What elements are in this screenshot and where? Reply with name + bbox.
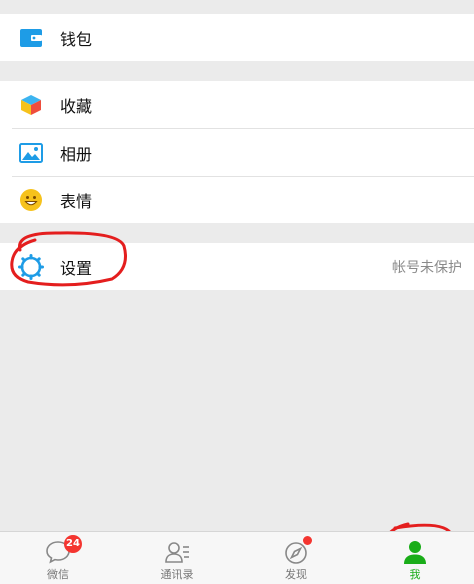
tab-contacts[interactable]: 通讯录 (137, 532, 217, 584)
menu-item-wallet[interactable]: 钱包 (0, 14, 474, 61)
menu-item-settings[interactable]: 设置 帐号未保护 (0, 243, 474, 290)
settings-group: 设置 帐号未保护 (0, 243, 474, 290)
wallet-group: 钱包 (0, 14, 474, 61)
menu-item-label: 表情 (60, 191, 93, 211)
photo-icon (18, 140, 44, 166)
cube-icon (18, 92, 44, 118)
notification-dot (303, 536, 312, 545)
tab-me[interactable]: 我 (375, 532, 455, 584)
tab-label: 通讯录 (160, 568, 194, 581)
menu-item-album[interactable]: 相册 (0, 129, 474, 176)
account-status-text: 帐号未保护 (392, 259, 462, 276)
person-icon (401, 538, 429, 566)
menu-item-label: 钱包 (60, 29, 93, 49)
contacts-icon (163, 538, 191, 566)
menu-item-stickers[interactable]: 表情 (0, 176, 474, 223)
gear-icon (18, 253, 44, 280)
smiley-icon (18, 187, 44, 213)
tab-label: 微信 (47, 568, 69, 581)
collection-group: 收藏 相册 表情 (0, 81, 474, 223)
tab-label: 我 (409, 568, 421, 581)
wallet-icon (18, 25, 44, 51)
tab-chats[interactable]: 24 微信 (18, 532, 98, 584)
unread-badge: 24 (64, 535, 82, 553)
tab-label: 发现 (285, 568, 307, 581)
tab-discover[interactable]: 发现 (256, 532, 336, 584)
menu-item-favorites[interactable]: 收藏 (0, 81, 474, 128)
menu-item-label: 相册 (60, 144, 93, 164)
menu-item-label: 设置 (60, 258, 93, 278)
menu-item-label: 收藏 (60, 96, 93, 116)
bottom-tab-bar: 24 微信 通讯录 发现 我 (0, 531, 474, 584)
